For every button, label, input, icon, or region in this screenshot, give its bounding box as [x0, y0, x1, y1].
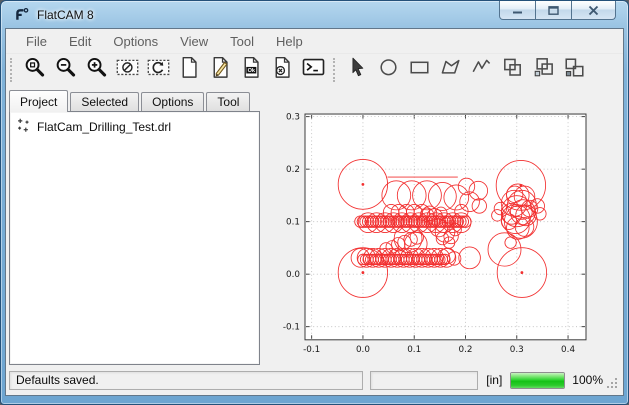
draw-polygon-icon — [438, 55, 463, 85]
select-button[interactable] — [342, 56, 373, 84]
progress-bar — [510, 372, 565, 389]
status-aux-panel — [370, 371, 478, 390]
drill-object-icon — [16, 117, 31, 136]
shape-copy-button[interactable] — [528, 56, 559, 84]
minimize-icon — [511, 5, 524, 15]
open-project-button[interactable] — [205, 56, 236, 84]
minimize-button[interactable] — [499, 1, 536, 20]
shape-union-button[interactable] — [497, 56, 528, 84]
draw-polyline-icon — [469, 55, 494, 85]
open-gcode-icon — [301, 55, 326, 85]
svg-text:Ok: Ok — [248, 68, 256, 74]
menu-item-help[interactable]: Help — [265, 31, 314, 52]
menu-item-edit[interactable]: Edit — [58, 31, 102, 52]
zoom-out-button[interactable] — [50, 56, 81, 84]
menu-item-tool[interactable]: Tool — [219, 31, 265, 52]
close-button[interactable] — [571, 1, 616, 20]
tree-item-label: FlatCam_Drilling_Test.drl — [37, 120, 171, 134]
tab-project[interactable]: Project — [9, 90, 68, 112]
tab-selected[interactable]: Selected — [70, 92, 139, 111]
svg-text:-0.1: -0.1 — [283, 323, 300, 333]
menu-item-view[interactable]: View — [169, 31, 219, 52]
caption-button-group — [500, 1, 616, 20]
units-label: [in] — [485, 373, 503, 387]
new-project-button[interactable] — [174, 56, 205, 84]
main-area: FlatCam_Drilling_Test.drl -0.1 0.0 0.1 0.2 0… — [6, 111, 623, 368]
client-area: FileEditOptionsViewToolHelp Ok ProjectSe… — [5, 28, 624, 396]
open-project-icon — [208, 55, 233, 85]
maximize-icon — [547, 5, 560, 16]
svg-text:0.2: 0.2 — [459, 345, 473, 355]
svg-text:0.4: 0.4 — [561, 345, 575, 355]
menu-item-options[interactable]: Options — [102, 31, 169, 52]
open-gerber-icon: Ok — [239, 55, 264, 85]
title-bar[interactable]: FlatCAM 8 — [5, 1, 624, 28]
draw-circle-button[interactable] — [373, 56, 404, 84]
svg-text:0.1: 0.1 — [286, 218, 300, 228]
progress-fill — [511, 373, 564, 388]
draw-rectangle-button[interactable] — [404, 56, 435, 84]
resize-grip-icon[interactable] — [607, 378, 618, 389]
tab-bar: ProjectSelectedOptionsTool — [6, 86, 623, 111]
window-title: FlatCAM 8 — [37, 8, 94, 22]
svg-text:0.3: 0.3 — [286, 113, 300, 123]
toolbar: Ok — [6, 53, 623, 86]
shape-copy-icon — [531, 55, 556, 85]
project-tree-panel[interactable]: FlatCam_Drilling_Test.drl — [9, 111, 260, 365]
shape-move-button[interactable] — [559, 56, 590, 84]
tree-item[interactable]: FlatCam_Drilling_Test.drl — [10, 112, 259, 136]
zoom-fit-icon — [22, 55, 47, 85]
shape-move-icon — [562, 55, 587, 85]
replot-icon — [146, 55, 171, 85]
maximize-button[interactable] — [535, 1, 572, 20]
draw-polyline-button[interactable] — [466, 56, 497, 84]
menu-bar: FileEditOptionsViewToolHelp — [6, 29, 623, 53]
new-project-icon — [177, 55, 202, 85]
replot-button[interactable] — [143, 56, 174, 84]
svg-text:0.3: 0.3 — [510, 345, 524, 355]
open-gerber-button[interactable]: Ok — [236, 56, 267, 84]
clear-plot-icon — [115, 55, 140, 85]
clear-plot-button[interactable] — [112, 56, 143, 84]
draw-rectangle-icon — [407, 55, 432, 85]
svg-text:0.0: 0.0 — [356, 345, 370, 355]
flatcam-window: FlatCAM 8 FileEditOptionsViewToolHelp Ok… — [0, 0, 629, 405]
svg-text:-0.1: -0.1 — [303, 345, 320, 355]
progress-percent: 100% — [572, 373, 603, 387]
svg-text:0.1: 0.1 — [407, 345, 421, 355]
toolbar-drag-handle[interactable] — [333, 58, 339, 82]
draw-polygon-button[interactable] — [435, 56, 466, 84]
open-gcode-button[interactable] — [298, 56, 329, 84]
tab-options[interactable]: Options — [141, 92, 204, 111]
flatcam-logo-icon — [13, 6, 30, 23]
svg-text:0.2: 0.2 — [286, 165, 300, 175]
toolbar-drag-handle[interactable] — [10, 58, 16, 82]
plot-canvas[interactable]: -0.1 0.0 0.1 0.2 0.3 0.4 -0.1 0.0 0.1 0.2 0.3 — [264, 111, 620, 365]
open-excellon-icon — [270, 55, 295, 85]
open-excellon-button[interactable] — [267, 56, 298, 84]
status-message: Defaults saved. — [9, 371, 363, 390]
zoom-fit-button[interactable] — [19, 56, 50, 84]
close-icon — [587, 5, 600, 16]
menu-item-file[interactable]: File — [15, 31, 58, 52]
select-icon — [345, 55, 370, 85]
draw-circle-icon — [376, 55, 401, 85]
shape-union-icon — [500, 55, 525, 85]
tab-tool[interactable]: Tool — [206, 92, 250, 111]
zoom-out-icon — [53, 55, 78, 85]
svg-text:0.0: 0.0 — [286, 270, 300, 280]
zoom-in-icon — [84, 55, 109, 85]
plot-panel: -0.1 0.0 0.1 0.2 0.3 0.4 -0.1 0.0 0.1 0.2 0.3 — [264, 111, 620, 365]
zoom-in-button[interactable] — [81, 56, 112, 84]
status-bar: Defaults saved. [in] 100% — [6, 368, 623, 395]
